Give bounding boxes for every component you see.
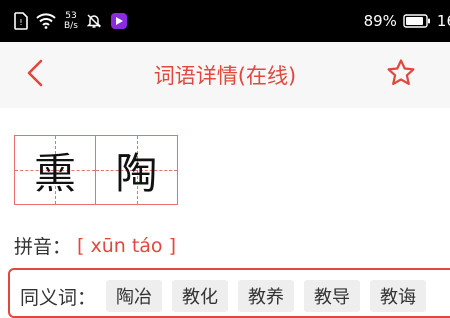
synonym-chip[interactable]: 教养 [238, 280, 295, 312]
title-bar: 词语详情(在线) [0, 42, 450, 108]
pinyin-label: 拼音： [14, 236, 72, 258]
status-bar: ! 53 B/s 89% 16 [0, 0, 450, 42]
network-speed-value: 53 [65, 11, 77, 21]
character-cell: 熏 [14, 135, 96, 205]
pinyin-row: 拼音： [ xūn táo ] [14, 232, 176, 259]
character-grid: 熏 陶 [14, 135, 182, 207]
page-title: 词语详情(在线) [153, 64, 297, 88]
star-outline-icon [386, 58, 416, 92]
battery-percent: 89% [363, 12, 397, 30]
notifications-off-icon [86, 13, 102, 29]
synonyms-panel: 同义词： 陶冶 教化 教养 教导 教诲 [8, 268, 450, 318]
character: 熏 [33, 148, 76, 198]
network-speed-unit: B/s [64, 21, 78, 31]
character-cell: 陶 [96, 135, 178, 205]
svg-text:!: ! [19, 18, 22, 27]
synonyms-row: 同义词： 陶冶 教化 教养 教导 教诲 [20, 280, 427, 312]
wifi-icon [36, 13, 56, 29]
back-button[interactable] [18, 58, 52, 92]
chevron-left-icon [25, 58, 45, 92]
synonym-chip[interactable]: 陶冶 [106, 280, 163, 312]
favorite-button[interactable] [384, 58, 418, 92]
pinyin-value: [ xūn táo ] [77, 234, 177, 257]
status-bar-right: 89% 16 [364, 0, 450, 42]
network-speed: 53 B/s [64, 11, 78, 31]
clock: 16 [436, 12, 450, 30]
battery-icon [403, 14, 431, 28]
synonym-chip[interactable]: 教导 [304, 280, 361, 312]
synonym-chip[interactable]: 教化 [172, 280, 229, 312]
character: 陶 [115, 148, 158, 198]
status-bar-left: ! 53 B/s [14, 0, 128, 42]
synonym-chip[interactable]: 教诲 [370, 280, 427, 312]
sim-card-icon: ! [14, 12, 28, 30]
app-notification-icon [110, 12, 128, 30]
synonyms-label: 同义词： [20, 286, 97, 309]
